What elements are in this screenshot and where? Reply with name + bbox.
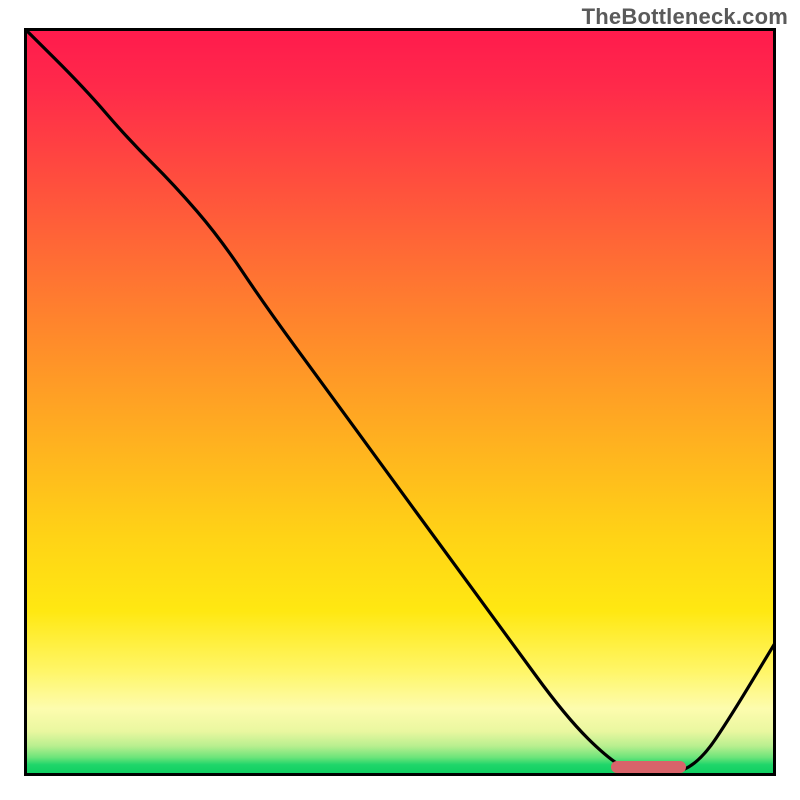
plot-area bbox=[24, 28, 776, 776]
optimal-range-marker bbox=[611, 761, 686, 773]
watermark-text: TheBottleneck.com bbox=[582, 4, 788, 30]
chart-container: TheBottleneck.com bbox=[0, 0, 800, 800]
curve-layer bbox=[24, 28, 776, 776]
bottleneck-curve bbox=[24, 28, 776, 776]
